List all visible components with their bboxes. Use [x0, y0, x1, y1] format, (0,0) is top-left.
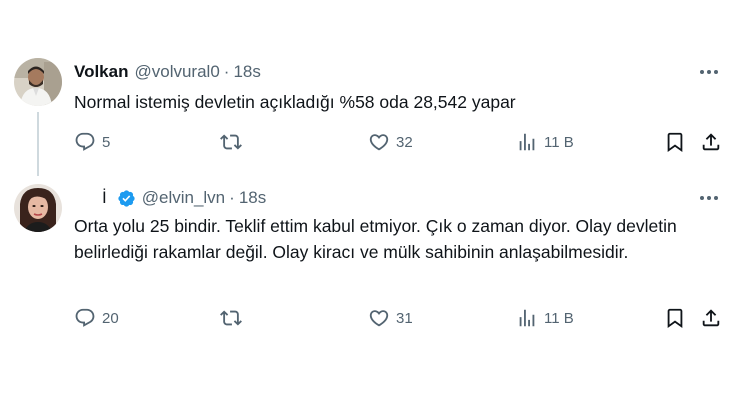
author-name[interactable]: Volkan: [74, 62, 128, 82]
like-count: 32: [396, 133, 413, 151]
separator-dot: ·: [229, 188, 235, 207]
reply-icon: [75, 308, 95, 327]
author-handle[interactable]: @elvin_lvn: [142, 188, 225, 208]
retweet-button[interactable]: [220, 306, 248, 330]
reply-button[interactable]: 20: [74, 306, 119, 330]
view-count: 11 B: [544, 309, 574, 327]
views-button[interactable]: 11 B: [516, 306, 574, 330]
more-options-icon[interactable]: [698, 187, 720, 209]
like-button[interactable]: 32: [368, 130, 413, 154]
heart-icon: [369, 134, 389, 151]
analytics-icon: [519, 309, 535, 327]
heart-icon: [369, 310, 389, 327]
avatar[interactable]: [14, 184, 62, 232]
share-icon: [702, 133, 720, 151]
separator-dot: ·: [223, 62, 230, 81]
timestamp[interactable]: 18s: [233, 62, 260, 82]
author-handle[interactable]: @volvural0: [134, 62, 219, 82]
user-photo-icon: [14, 58, 62, 106]
reply-count: 20: [102, 309, 119, 327]
tweet-text: Orta yolu 25 bindir. Teklif ettim kabul …: [74, 216, 677, 262]
like-button[interactable]: 31: [368, 306, 413, 330]
reply-count: 5: [102, 133, 111, 151]
bookmark-icon: [667, 132, 683, 153]
tweet-actions: 20 31 11 B: [74, 306, 722, 330]
reply-icon: [75, 132, 95, 151]
views-button[interactable]: 11 B: [516, 130, 574, 154]
more-options-icon[interactable]: [698, 61, 720, 83]
analytics-icon: [519, 133, 535, 151]
tweet-header: Volkan @volvural0 · 18s: [74, 62, 261, 82]
tweet-1: Volkan @volvural0 · 18s Normal istemiş d…: [0, 0, 730, 176]
retweet-icon: [220, 134, 242, 150]
share-button[interactable]: [700, 130, 722, 154]
user-photo-icon: [14, 184, 62, 232]
reply-button[interactable]: 5: [74, 130, 110, 154]
retweet-icon: [220, 310, 242, 326]
view-count: 11 B: [544, 133, 574, 151]
thread-line: [37, 112, 39, 176]
avatar[interactable]: [14, 58, 62, 106]
retweet-button[interactable]: [220, 130, 248, 154]
like-count: 31: [396, 309, 413, 327]
author-name[interactable]: İ: [102, 188, 107, 208]
tweet-actions: 5 32 11 B: [74, 130, 722, 154]
tweet-2: İ @elvin_lvn · 18s Orta yolu 25 bindir. …: [0, 170, 730, 340]
tweet-text: Normal istemiş devletin açıkladığı %58 o…: [74, 92, 516, 112]
bookmark-button[interactable]: [664, 130, 686, 154]
share-button[interactable]: [700, 306, 722, 330]
share-icon: [702, 309, 720, 327]
verified-badge-icon: [118, 189, 135, 207]
bookmark-icon: [667, 308, 683, 329]
timestamp[interactable]: 18s: [239, 188, 266, 208]
bookmark-button[interactable]: [664, 306, 686, 330]
tweet-header: İ @elvin_lvn · 18s: [74, 188, 266, 208]
